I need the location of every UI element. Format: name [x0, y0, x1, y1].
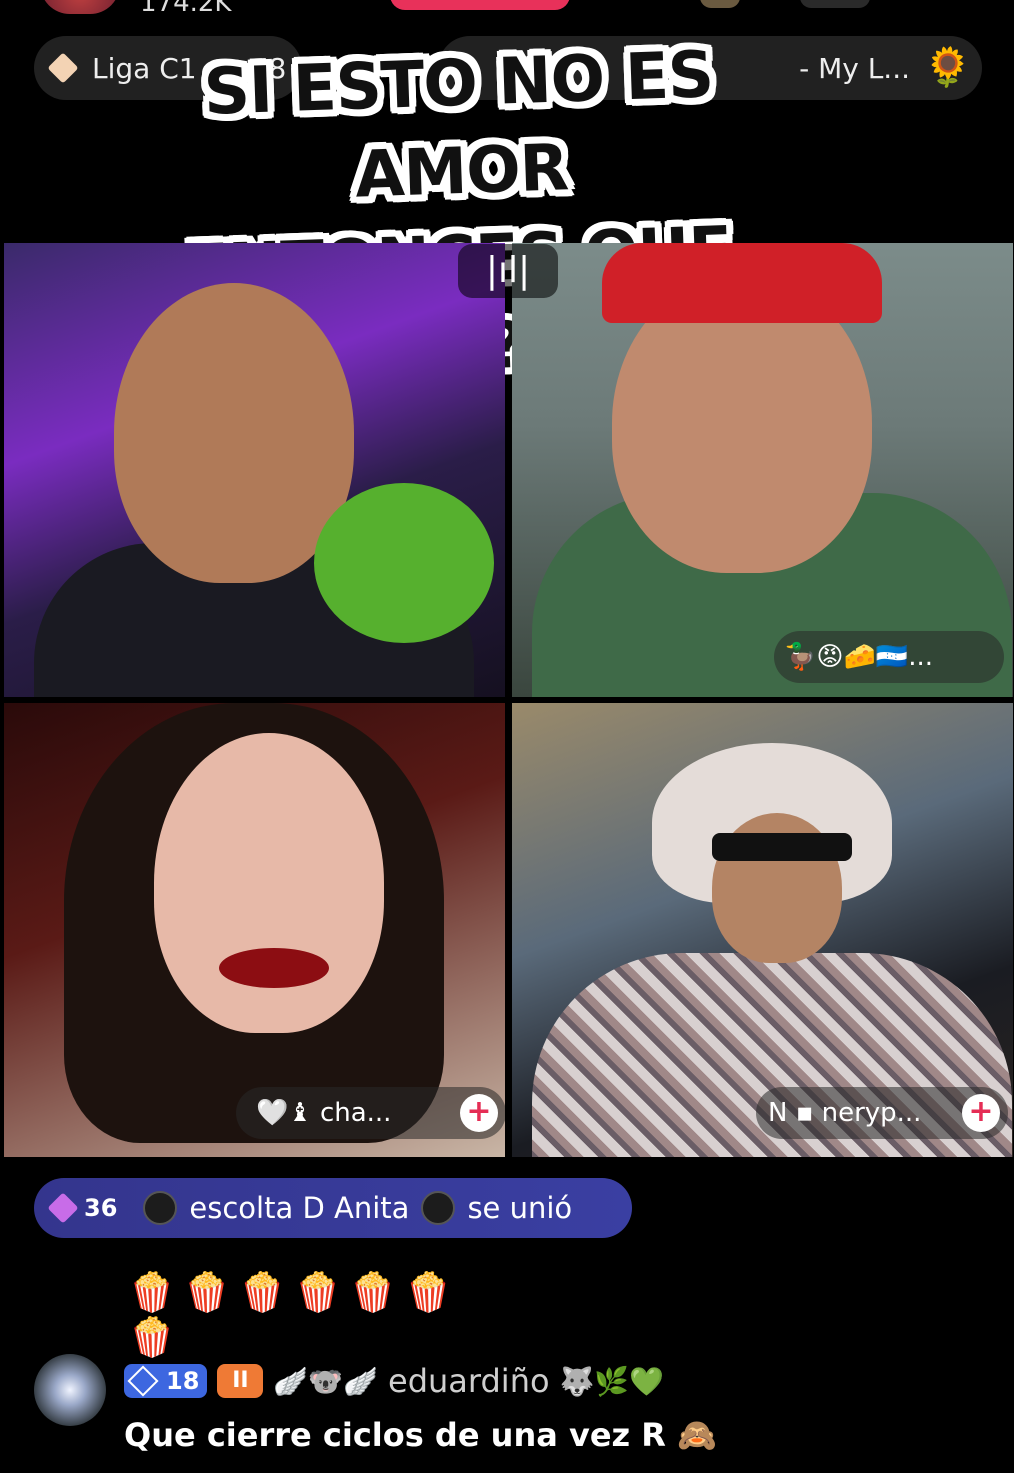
guest-4-name: N ▪ neryp... [768, 1098, 922, 1128]
commenter-avatar[interactable] [34, 1354, 106, 1426]
sunflower-icon: 🌻 [924, 45, 972, 89]
top-viewer-avatars[interactable] [700, 0, 740, 8]
username-emojis: 🐺🌿💚 [559, 1364, 665, 1398]
host-avatar[interactable] [40, 0, 120, 14]
viewer-count: 174.2K [140, 0, 232, 18]
comment-text: Que cierre ciclos de una vez R 🙈 [124, 1416, 717, 1454]
joined-user[interactable]: escolta D Anita [189, 1191, 409, 1225]
commenter-username[interactable]: eduardiño [388, 1362, 550, 1400]
chat-comment: 18 II 🪽🐨🪽 eduardiño 🐺🌿💚 Que cierre ciclo… [34, 1354, 994, 1464]
guest-4-tag[interactable]: N ▪ neryp... + [756, 1087, 1008, 1139]
gem-icon [127, 1365, 159, 1397]
guest-3-tag[interactable]: 🤍♝ cha... + [236, 1087, 505, 1139]
guest-grid: 🦆😡🧀🇭🇳... 🤍♝ cha... + N ▪ neryp... + [4, 243, 1013, 1157]
guest-tile-3[interactable]: 🤍♝ cha... + [4, 703, 505, 1157]
guest-2-tag[interactable]: 🦆😡🧀🇭🇳... [774, 631, 1004, 683]
level-badge: 36 [47, 1192, 118, 1224]
close-area[interactable] [800, 0, 870, 8]
guest-3-face [154, 733, 384, 1033]
follow-plus-icon[interactable]: + [460, 1094, 498, 1132]
caption-line-1: SI ESTO NO ES AMOR [202, 38, 715, 213]
guest-3-name: 🤍♝ cha... [256, 1098, 392, 1128]
join-banner: 36 escolta D Anita se unió [34, 1178, 632, 1238]
ninja-icon [143, 1191, 178, 1225]
guest-tile-2[interactable]: 🦆😡🧀🇭🇳... [512, 243, 1013, 697]
guest-3-lips [219, 948, 329, 988]
follow-button[interactable] [390, 0, 570, 10]
decor-emojis: 🪽🐨🪽 [273, 1364, 378, 1398]
level-number: 18 [166, 1367, 200, 1395]
guest-2-cap [602, 243, 882, 323]
top-bar: 174.2K [0, 0, 1014, 24]
guest-tile-1[interactable] [4, 243, 505, 697]
fan-club-badge: II [217, 1364, 264, 1398]
plush-snake [314, 483, 494, 643]
diamond-icon [47, 52, 79, 84]
gem-icon [47, 1192, 79, 1224]
commenter-badges: 18 II 🪽🐨🪽 eduardiño 🐺🌿💚 [124, 1362, 664, 1400]
level-badge: 18 [124, 1364, 208, 1398]
guest-4-sunglasses [712, 833, 852, 861]
ninja-icon [421, 1191, 456, 1225]
level-number: 36 [84, 1194, 118, 1222]
ranking-label: - My L... [799, 51, 910, 85]
popcorn-comment: 🍿🍿🍿🍿🍿🍿🍿 [128, 1270, 460, 1359]
guest-tile-4[interactable]: N ▪ neryp... + [512, 703, 1013, 1157]
follow-plus-icon[interactable]: + [962, 1094, 1000, 1132]
audio-wave-icon[interactable]: |ıl| [458, 244, 558, 298]
joined-text: se unió [467, 1191, 573, 1225]
